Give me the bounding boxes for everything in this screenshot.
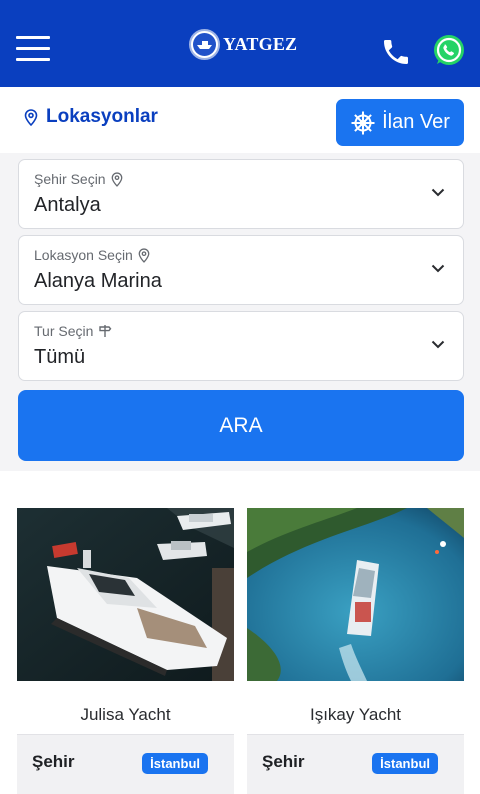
city-select-label: Şehir Seçin bbox=[34, 171, 106, 187]
listing-card[interactable]: Julisa Yacht Şehir İstanbul bbox=[17, 508, 234, 794]
chevron-down-icon bbox=[431, 340, 445, 349]
chevron-down-icon bbox=[431, 188, 445, 197]
post-listing-button[interactable]: İlan Ver bbox=[336, 99, 464, 146]
ship-wheel-icon bbox=[351, 111, 375, 134]
hamburger-menu-icon[interactable] bbox=[16, 36, 50, 62]
location-pin-icon bbox=[111, 171, 122, 187]
location-select-label-row: Lokasyon Seçin bbox=[34, 247, 150, 263]
yacht-photo[interactable] bbox=[247, 508, 464, 681]
tour-select-label-row: Tur Seçin bbox=[34, 323, 112, 339]
location-select[interactable]: Lokasyon Seçin Alanya Marina bbox=[18, 235, 464, 305]
tour-select[interactable]: Tur Seçin Tümü bbox=[18, 311, 464, 381]
city-badge: İstanbul bbox=[372, 753, 438, 774]
listing-card[interactable]: Işıkay Yacht Şehir İstanbul bbox=[247, 508, 464, 794]
locations-link[interactable]: Lokasyonlar bbox=[24, 105, 158, 129]
listing-title[interactable]: Işıkay Yacht bbox=[247, 705, 464, 725]
city-select[interactable]: Şehir Seçin Antalya bbox=[18, 159, 464, 229]
site-logo[interactable]: YATGEZ bbox=[189, 28, 297, 60]
chevron-down-icon bbox=[431, 264, 445, 273]
city-select-value: Antalya bbox=[34, 194, 101, 216]
post-listing-label: İlan Ver bbox=[382, 111, 450, 133]
phone-icon[interactable] bbox=[380, 36, 412, 68]
location-pin-icon bbox=[24, 108, 38, 126]
listing-info-key: Şehir bbox=[32, 752, 75, 771]
listing-title[interactable]: Julisa Yacht bbox=[17, 705, 234, 725]
listing-info-key: Şehir bbox=[262, 752, 305, 771]
tour-select-value: Tümü bbox=[34, 346, 86, 368]
location-pin-icon bbox=[138, 247, 150, 263]
locations-title: Lokasyonlar bbox=[46, 106, 158, 127]
listing-info-row: Şehir İstanbul bbox=[17, 734, 234, 794]
location-select-label: Lokasyon Seçin bbox=[34, 247, 133, 263]
city-badge: İstanbul bbox=[142, 753, 208, 774]
search-button[interactable]: ARA bbox=[18, 390, 464, 461]
city-select-label-row: Şehir Seçin bbox=[34, 171, 123, 187]
tour-select-label: Tur Seçin bbox=[34, 323, 94, 339]
location-select-value: Alanya Marina bbox=[34, 270, 162, 292]
top-header: YATGEZ bbox=[0, 0, 480, 87]
logo-badge-icon bbox=[189, 28, 220, 60]
yacht-photo[interactable] bbox=[17, 508, 234, 681]
signpost-icon bbox=[99, 325, 112, 337]
whatsapp-icon[interactable] bbox=[432, 33, 466, 67]
logo-text: YATGEZ bbox=[223, 33, 298, 54]
listing-info-row: Şehir İstanbul bbox=[247, 734, 464, 794]
